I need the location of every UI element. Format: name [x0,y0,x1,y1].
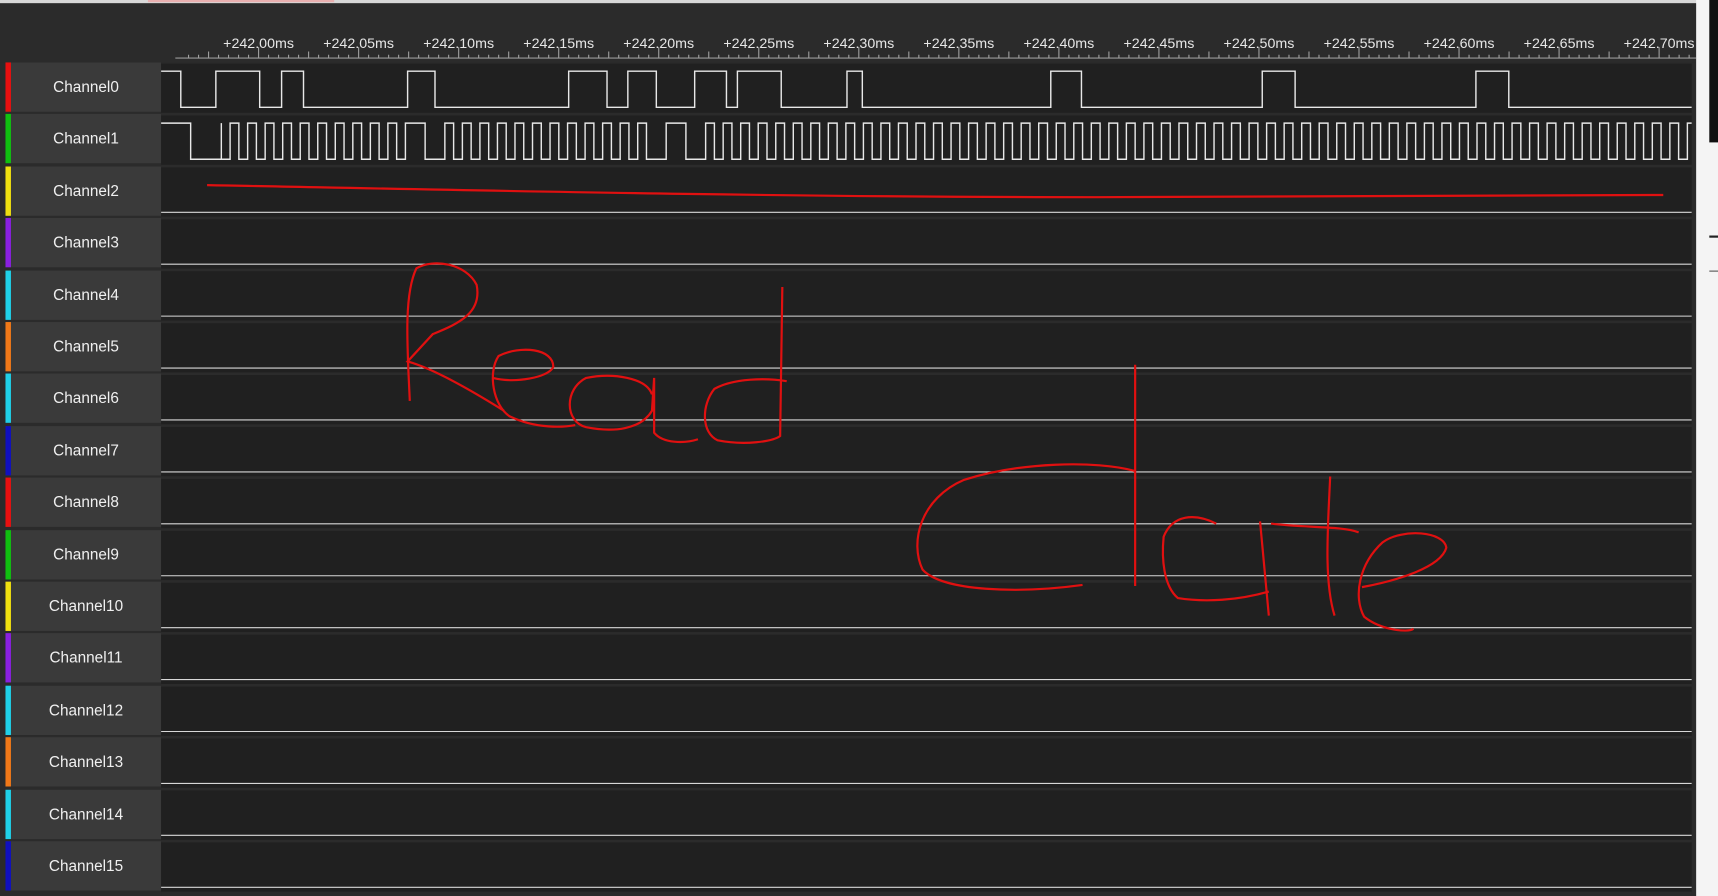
channel-label: Channel12 [48,700,124,719]
channel-label: Channel11 [49,648,123,667]
ruler-tick-label: +242.15ms [523,36,594,52]
channel-lane-0 [161,63,1692,113]
channel-list: Channel0 Channel1 Channel2 Channel3 Channel4… [0,62,162,896]
channel-lane-11 [161,634,1692,684]
channel-label: Channel15 [48,856,124,875]
ruler-tick-label: +242.55ms [1324,36,1395,52]
channel-row-12[interactable]: Channel12 [5,685,162,735]
channel-row-5[interactable]: Channel5 [5,322,162,372]
ruler-tick-label: +242.10ms [423,36,494,52]
time-ruler-axis: +242.00ms +242.05ms +242.10ms +242.15ms +242… [175,36,1697,59]
channel-label: Channel9 [53,545,119,563]
ruler-tick-label: +242.50ms [1224,36,1295,52]
channel-row-6[interactable]: Channel6 [5,373,162,424]
ruler-tick-label: +242.70ms [1624,36,1695,52]
ruler-tick-label: +242.30ms [823,36,894,52]
channel-lane-9 [161,530,1692,581]
ruler-tick-label: +242.65ms [1524,36,1595,52]
channel-row-0[interactable]: Channel0 [5,62,162,112]
ruler-tick-label: +242.05ms [323,36,394,52]
channel-label: Channel6 [53,389,119,407]
scrollbar-marker [1709,235,1718,272]
channel-label: Channel5 [53,337,119,355]
channel-row-8[interactable]: Channel8 [5,477,162,528]
time-ruler[interactable]: +242.00ms +242.05ms +242.10ms +242.15ms +242… [0,3,1697,63]
channel-row-14[interactable]: Channel14 [5,789,162,839]
channel-label: Channel8 [53,493,119,511]
channel-label: Channel2 [53,181,119,200]
channel-lane-4 [161,271,1692,321]
logic-analyzer-window: +242.00ms +242.05ms +242.10ms +242.15ms +242… [0,0,1718,896]
channel-row-2[interactable]: Channel2 [5,166,162,216]
channel-label: Channel13 [48,752,124,771]
channel-lane-8 [161,478,1692,529]
channel-lane-12 [161,686,1692,736]
channel-label: Channel0 [53,77,119,96]
channel-label: Channel3 [53,233,119,252]
channel-row-4[interactable]: Channel4 [5,270,162,320]
channel-row-15[interactable]: Channel15 [5,841,162,891]
channel-row-3[interactable]: Channel3 [5,218,162,268]
channel-lane-5 [161,323,1692,373]
ruler-tick-label: +242.00ms [223,36,294,52]
channel-lane-15 [161,842,1692,892]
channel-row-11[interactable]: Channel11 [5,633,162,683]
channel-row-13[interactable]: Channel13 [5,737,162,787]
tab-highlight [147,0,335,3]
channel-lane-13 [161,738,1692,788]
channel-lane-14 [161,790,1692,840]
ruler-tick-label: +242.60ms [1424,36,1495,52]
waveform-canvas [161,63,1692,892]
waveform-area[interactable] [161,62,1692,896]
channel-label: Channel14 [48,804,124,823]
vertical-scrollbar[interactable] [1696,0,1718,896]
ruler-tick-label: +242.25ms [723,36,794,52]
channel-lane-10 [161,582,1692,633]
channel-row-1[interactable]: Channel1 [5,114,162,164]
channel-label: Channel10 [48,596,124,615]
ruler-tick-label: +242.45ms [1124,36,1195,52]
channel-label: Channel7 [53,441,119,459]
channel-row-7[interactable]: Channel7 [5,425,162,476]
channel-label: Channel1 [53,129,119,148]
channel-label: Channel4 [53,285,119,303]
ruler-tick-label: +242.40ms [1023,36,1094,52]
channel-lane-3 [161,219,1692,269]
channel-lane-2 [161,167,1692,217]
channel-row-10[interactable]: Channel10 [5,581,162,631]
channel-lane-7 [161,426,1692,477]
ruler-tick-label: +242.20ms [623,36,694,52]
channel-row-9[interactable]: Channel9 [5,529,162,580]
scrollbar-thumb[interactable] [1709,0,1718,143]
ruler-tick-label: +242.35ms [923,36,994,52]
channel-lane-6 [161,375,1692,425]
